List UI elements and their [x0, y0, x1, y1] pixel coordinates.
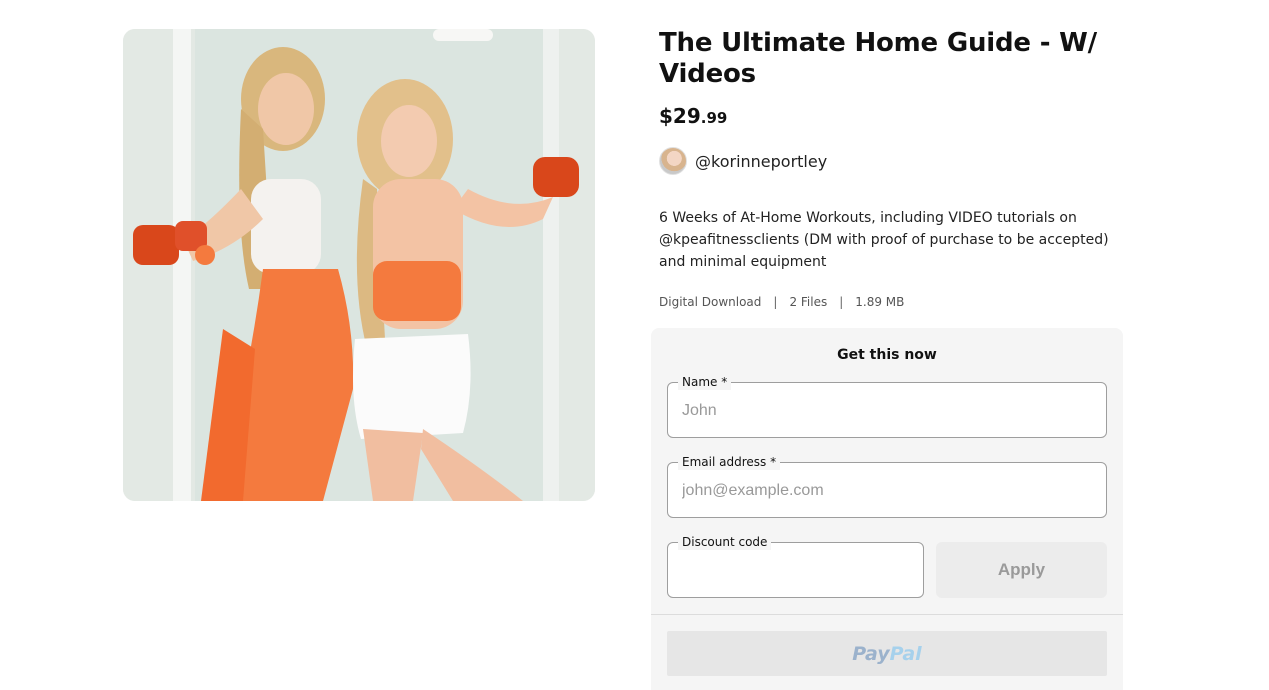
name-label: Name * [678, 374, 732, 390]
meta-type: Digital Download [659, 295, 762, 309]
paypal-button[interactable]: PayPal [667, 631, 1107, 676]
meta-size: 1.89 MB [855, 295, 905, 309]
meta-files: 2 Files [789, 295, 828, 309]
discount-label: Discount code [678, 534, 772, 550]
product-price: $29.99 [659, 104, 727, 128]
product-photo [123, 29, 595, 501]
divider [651, 614, 1123, 615]
creator-link[interactable]: @korinneportley [659, 147, 827, 175]
paypal-logo: PayPal [852, 643, 921, 665]
price-cents: .99 [700, 109, 728, 127]
meta-separator: | [839, 295, 844, 309]
creator-handle[interactable]: @korinneportley [695, 152, 827, 171]
checkout-title: Get this now [837, 347, 937, 363]
email-field[interactable]: Email address * [667, 454, 1107, 518]
checkout-card: Get this now Name * Email address * Disc… [651, 328, 1123, 690]
product-title: The Ultimate Home Guide - W/ Videos [659, 28, 1097, 89]
meta-separator: | [773, 295, 778, 309]
name-input[interactable] [680, 397, 1094, 425]
discount-field[interactable]: Discount code [667, 534, 924, 598]
creator-avatar[interactable] [659, 147, 687, 175]
paypal-logo-pay: Pay [852, 642, 890, 665]
email-input[interactable] [680, 477, 1094, 505]
price-dollars: $29 [659, 104, 701, 128]
product-description: 6 Weeks of At-Home Workouts, including V… [659, 210, 1109, 270]
email-label: Email address * [678, 454, 781, 470]
name-field[interactable]: Name * [667, 374, 1107, 438]
apply-button[interactable]: Apply [936, 542, 1107, 598]
discount-input[interactable] [680, 557, 911, 585]
product-meta: Digital Download | 2 Files | 1.89 MB [659, 295, 904, 309]
product-image [123, 29, 595, 501]
paypal-logo-pal: Pal [889, 642, 922, 665]
